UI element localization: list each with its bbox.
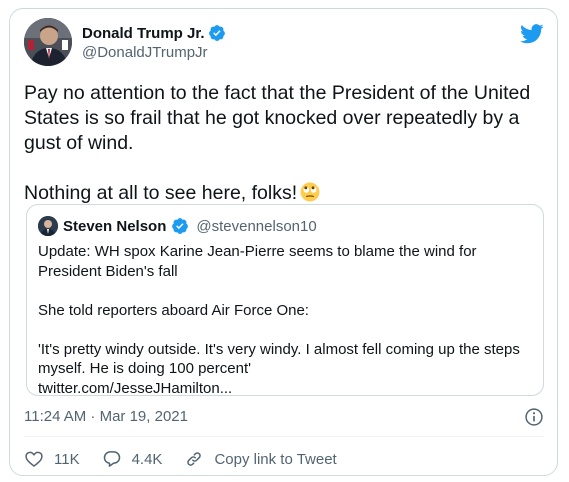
quoted-verified-badge-icon xyxy=(171,217,189,235)
actions-divider xyxy=(24,436,544,437)
tweet-paragraph-2: Nothing at all to see here, folks! xyxy=(24,182,298,204)
tweet-actions: 11K 4.4K Copy link to Tweet xyxy=(24,449,359,469)
quoted-author-display-name: Steven Nelson xyxy=(63,217,167,235)
tweet-card: Donald Trump Jr. @DonaldJTrumpJr Pay no … xyxy=(9,8,558,476)
tweet-paragraph-1: Pay no attention to the fact that the Pr… xyxy=(24,82,531,154)
quoted-tweet-body: Update: WH spox Karine Jean-Pierre seems… xyxy=(38,242,533,398)
like-button[interactable]: 11K xyxy=(24,449,80,469)
quoted-author-avatar xyxy=(38,216,58,236)
quoted-tweet[interactable]: Steven Nelson @stevennelson10 Update: WH… xyxy=(26,204,544,398)
tweet-paragraph-2-wrap: Nothing at all to see here, folks! xyxy=(24,181,539,206)
heart-icon xyxy=(25,451,43,467)
verified-badge-icon xyxy=(208,24,226,42)
quoted-line-3: 'It's pretty windy outside. It's very wi… xyxy=(38,340,520,378)
info-icon[interactable] xyxy=(524,407,544,427)
copy-link-label: Copy link to Tweet xyxy=(214,450,337,468)
author-handle[interactable]: @DonaldJTrumpJr xyxy=(82,44,226,61)
reply-button[interactable]: 4.4K xyxy=(102,449,163,469)
author-avatar[interactable] xyxy=(24,18,72,66)
author-display-name[interactable]: Donald Trump Jr. xyxy=(82,25,205,42)
reply-count: 4.4K xyxy=(131,450,163,468)
rolling-eyes-emoji-icon xyxy=(300,182,320,202)
reply-bubble-icon xyxy=(103,451,120,467)
quoted-link: twitter.com/JesseJHamilton... xyxy=(38,379,233,397)
tweet-header: Donald Trump Jr. @DonaldJTrumpJr xyxy=(24,18,544,66)
quoted-author-handle: @stevennelson10 xyxy=(196,217,317,235)
tweet-meta: 11:24 AM · Mar 19, 2021 xyxy=(24,407,544,427)
author-name-block: Donald Trump Jr. @DonaldJTrumpJr xyxy=(82,23,226,61)
tweet-timestamp[interactable]: 11:24 AM · Mar 19, 2021 xyxy=(24,408,188,425)
like-count: 11K xyxy=(54,450,80,468)
link-icon xyxy=(187,452,202,466)
twitter-bird-icon[interactable] xyxy=(520,24,544,44)
copy-link-button[interactable]: Copy link to Tweet xyxy=(184,449,337,469)
author-name-row: Donald Trump Jr. xyxy=(82,23,226,43)
tweet-body: Pay no attention to the fact that the Pr… xyxy=(24,81,539,206)
quoted-tweet-header: Steven Nelson @stevennelson10 xyxy=(38,216,317,236)
quoted-line-1: Update: WH spox Karine Jean-Pierre seems… xyxy=(38,243,477,280)
quoted-line-2: She told reporters aboard Air Force One: xyxy=(38,301,309,319)
